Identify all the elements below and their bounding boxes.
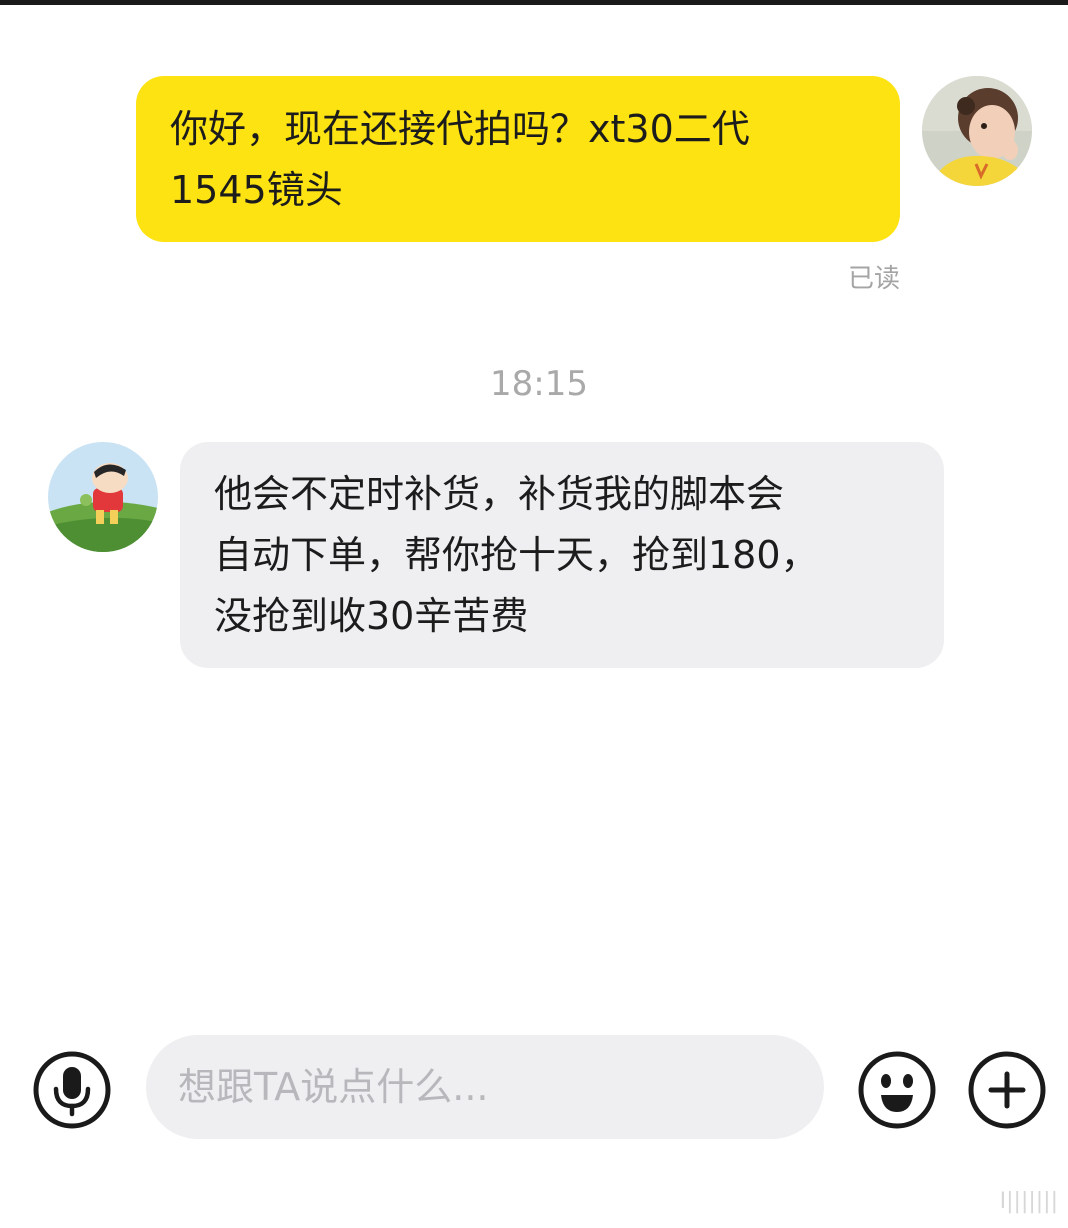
outgoing-message-line: 1545镜头 <box>170 168 343 212</box>
watermark: I||||||| <box>999 1189 1058 1214</box>
emoji-button[interactable] <box>857 1050 937 1130</box>
incoming-message-line: 他会不定时补货，补货我的脚本会 <box>214 472 785 516</box>
read-receipt: 已读 <box>847 264 900 294</box>
message-input[interactable]: 想跟TA说点什么... <box>146 1035 824 1139</box>
more-options-button[interactable] <box>967 1050 1047 1130</box>
microphone-icon <box>33 1051 111 1129</box>
voice-input-button[interactable] <box>32 1050 112 1130</box>
my-avatar[interactable] <box>922 76 1032 186</box>
outgoing-message-line: 你好，现在还接代拍吗？xt30二代 <box>170 107 750 151</box>
plus-icon <box>968 1051 1046 1129</box>
incoming-message-bubble[interactable]: 他会不定时补货，补货我的脚本会 自动下单，帮你抢十天，抢到180， 没抢到收30… <box>180 442 944 668</box>
emoji-icon <box>858 1051 936 1129</box>
incoming-message-line: 没抢到收30辛苦费 <box>214 594 529 638</box>
message-timestamp: 18:15 <box>490 364 588 404</box>
incoming-message-line: 自动下单，帮你抢十天，抢到180， <box>214 533 819 577</box>
contact-avatar[interactable] <box>48 442 158 552</box>
outgoing-message-bubble[interactable]: 你好，现在还接代拍吗？xt30二代 1545镜头 <box>136 76 900 242</box>
top-border <box>0 0 1068 5</box>
